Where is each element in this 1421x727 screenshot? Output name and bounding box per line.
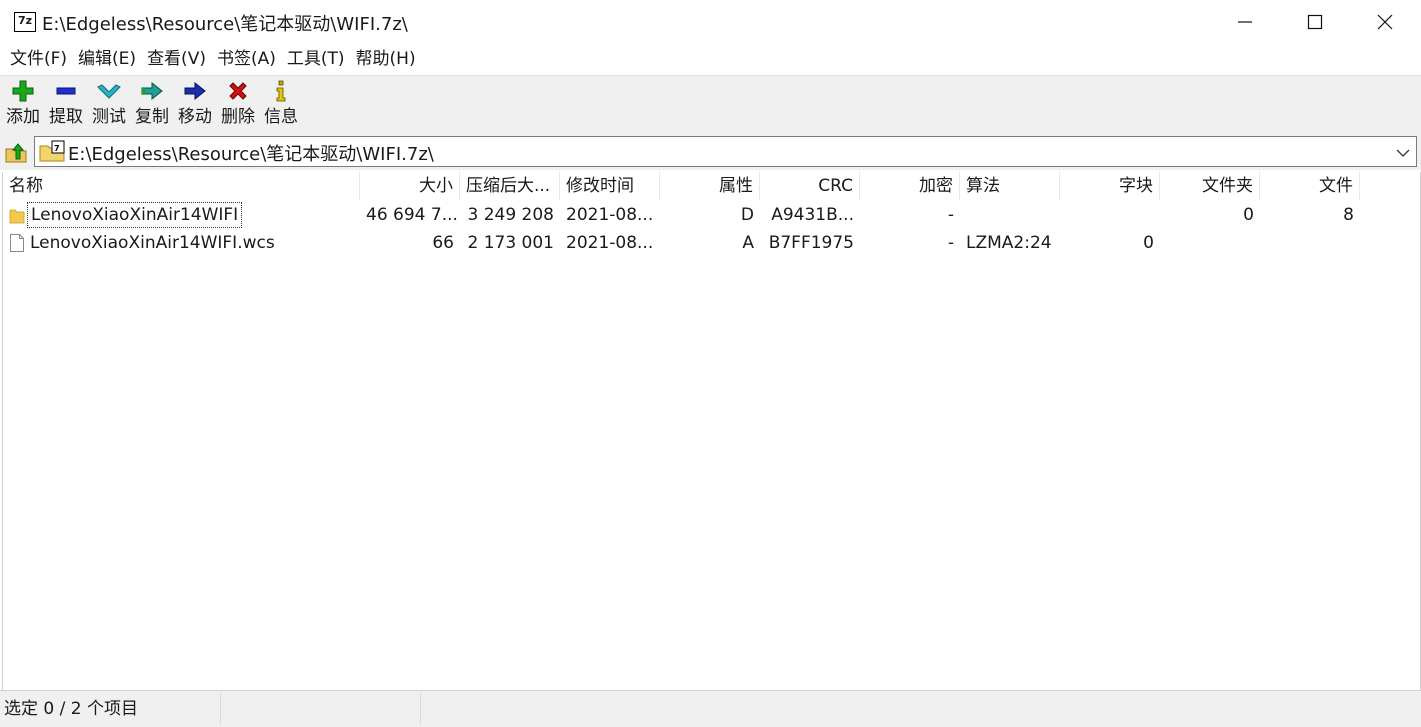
extract-label: 提取 [49,107,83,127]
chevron-down-icon[interactable] [1396,145,1410,165]
maximize-icon [1307,14,1323,30]
close-button[interactable] [1350,0,1420,44]
path-text[interactable]: E:\Edgeless\Resource\笔记本驱动\WIFI.7z\ [68,140,434,166]
copy-label: 复制 [135,107,169,127]
method-cell [960,201,1060,229]
title-bar: 7z E:\Edgeless\Resource\笔记本驱动\WIFI.7z\ [0,0,1421,44]
encrypted-cell: - [947,205,954,225]
up-folder-button[interactable] [4,141,28,163]
menu-file[interactable]: 文件(F) [0,44,74,74]
window-title: E:\Edgeless\Resource\笔记本驱动\WIFI.7z\ [42,14,408,35]
column-header-block[interactable]: 字块 [1060,172,1160,200]
delete-label: 删除 [221,107,255,127]
7zip-app-icon[interactable]: 7z [14,12,36,32]
move-label: 移动 [178,107,212,127]
column-header-files[interactable]: 文件 [1260,172,1360,200]
close-icon [1377,14,1393,30]
add-button[interactable]: 添加 [4,76,42,134]
size-cell: 46 694 7... [366,205,458,225]
folder-icon [9,209,25,224]
status-bar: 选定 0 / 2 个项目 [0,690,1421,727]
modified-cell: 2021-08... [566,233,654,253]
file-name[interactable]: LenovoXiaoXinAir14WIFI.wcs [27,229,278,257]
file-icon [10,234,24,252]
test-button[interactable]: 测试 [90,76,128,134]
table-row[interactable]: LenovoXiaoXinAir14WIFI 46 694 7... 3 249… [3,201,1420,229]
modified-cell: 2021-08... [566,205,654,225]
column-header-crc[interactable]: CRC [760,172,860,200]
svg-text:7: 7 [54,144,60,153]
file-name[interactable]: LenovoXiaoXinAir14WIFI [27,202,243,228]
minimize-button[interactable] [1210,0,1280,44]
encrypted-cell: - [947,233,954,253]
status-segment-2 [221,693,421,725]
files-cell: 8 [1343,205,1354,225]
file-list[interactable]: 名称 大小 压缩后大... 修改时间 属性 CRC 加密 算法 字块 文件夹 文… [2,172,1421,690]
column-header-folders[interactable]: 文件夹 [1160,172,1260,200]
menu-tools[interactable]: 工具(T) [283,44,352,74]
menu-view[interactable]: 查看(V) [143,44,213,74]
path-combobox[interactable]: 7 E:\Edgeless\Resource\笔记本驱动\WIFI.7z\ [34,136,1417,167]
folders-cell: 0 [1243,205,1254,225]
add-label: 添加 [6,107,40,127]
column-header-method[interactable]: 算法 [960,172,1060,200]
crc-cell: A9431B... [771,205,854,225]
packed-size-cell: 3 249 208 [467,205,554,225]
menu-bar: 文件(F) 编辑(E) 查看(V) 书签(A) 工具(T) 帮助(H) [0,44,1421,74]
block-cell [1060,201,1160,229]
info-label: 信息 [264,107,298,127]
attributes-cell: A [742,233,754,253]
column-header-name[interactable]: 名称 [3,172,360,200]
menu-bookmarks[interactable]: 书签(A) [213,44,283,74]
menu-help[interactable]: 帮助(H) [352,44,423,74]
block-cell: 0 [1143,233,1154,253]
files-cell [1260,229,1360,257]
menu-edit[interactable]: 编辑(E) [74,44,143,74]
move-arrow-icon [184,81,206,101]
address-bar: 7 E:\Edgeless\Resource\笔记本驱动\WIFI.7z\ [0,134,1421,170]
column-header-attributes[interactable]: 属性 [660,172,760,200]
packed-size-cell: 2 173 001 [467,233,554,253]
copy-button[interactable]: 复制 [133,76,171,134]
extract-button[interactable]: 提取 [47,76,85,134]
column-header-size[interactable]: 大小 [360,172,460,200]
test-label: 测试 [92,107,126,127]
minus-icon [56,87,76,95]
status-segment-3 [421,693,1421,725]
column-header-encrypted[interactable]: 加密 [860,172,960,200]
method-cell: LZMA2:24 [966,233,1052,253]
info-button[interactable]: 信息 [262,76,300,134]
checkmark-icon [97,84,121,99]
status-selection: 选定 0 / 2 个项目 [0,693,221,725]
folders-cell [1160,229,1260,257]
column-header-packed-size[interactable]: 压缩后大... [460,172,560,200]
toolbar: 添加 提取 测试 复制 移动 删除 信息 [0,75,1421,134]
up-folder-icon [5,143,27,163]
minimize-icon [1238,21,1252,23]
plus-icon [12,80,34,102]
crc-cell: B7FF1975 [768,233,854,253]
attributes-cell: D [740,205,754,225]
maximize-button[interactable] [1280,0,1350,44]
table-row[interactable]: LenovoXiaoXinAir14WIFI.wcs 66 2 173 001 … [3,229,1420,257]
archive-folder-icon: 7 [39,140,65,167]
column-header-modified[interactable]: 修改时间 [560,172,660,200]
copy-arrow-icon [141,81,163,101]
delete-x-icon [229,82,247,100]
delete-button[interactable]: 删除 [219,76,257,134]
size-cell: 66 [432,233,454,253]
info-icon [276,80,286,102]
move-button[interactable]: 移动 [176,76,214,134]
